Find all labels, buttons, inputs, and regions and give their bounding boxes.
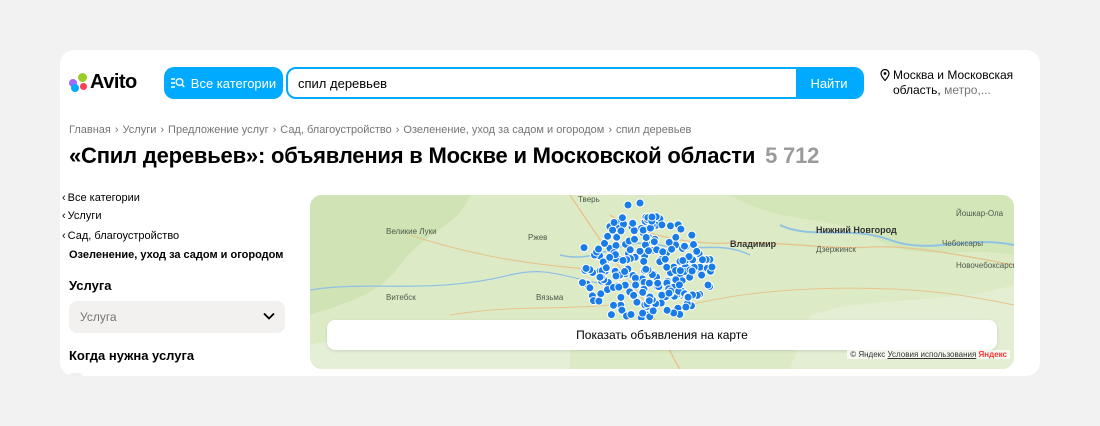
- map-city-label: Новочебоксарск: [956, 261, 1014, 270]
- breadcrumb-services[interactable]: Услуги: [123, 124, 157, 136]
- when-checkbox[interactable]: [69, 373, 83, 376]
- when-heading: Когда нужна услуга: [69, 348, 195, 363]
- logo-text: Avito: [90, 70, 137, 93]
- logo-dots-icon: [69, 72, 89, 92]
- breadcrumb-separator: ›: [160, 124, 165, 136]
- page-title-text: «Спил деревьев»: объявления в Москве и М…: [69, 143, 756, 168]
- service-select[interactable]: Услуга: [69, 301, 285, 333]
- breadcrumb-garden[interactable]: Сад, благоустройство: [280, 124, 392, 136]
- sidebar-link-services[interactable]: ‹ Услуги: [62, 210, 102, 222]
- breadcrumb-separator: ›: [272, 124, 277, 136]
- chevron-left-icon: ‹: [62, 192, 66, 204]
- breadcrumb: Главная › Услуги › Предложение услуг › С…: [69, 124, 691, 136]
- all-categories-label: Все категории: [190, 75, 277, 91]
- map-city-label: Витебск: [386, 293, 416, 302]
- search-button[interactable]: Найти: [796, 69, 862, 97]
- results-count: 5 712: [765, 143, 820, 168]
- breadcrumb-landscaping[interactable]: Озеленение, уход за садом и огородом: [403, 124, 604, 136]
- map-city-label: Ржев: [528, 233, 548, 242]
- all-categories-button[interactable]: Все категории: [164, 67, 283, 99]
- map-city-label: Йошкар-Ола: [956, 209, 1004, 218]
- map-city-label: Чебоксары: [942, 239, 983, 248]
- breadcrumb-separator: ›: [608, 124, 613, 136]
- location-pin-icon: [880, 69, 890, 81]
- breadcrumb-separator: ›: [114, 124, 119, 136]
- chevron-down-icon: [263, 312, 275, 320]
- map-preview[interactable]: Тверь Великие Луки Ржев Владимир Нижний …: [310, 195, 1014, 369]
- location-selector[interactable]: Москва и Московская область, метро,...: [880, 68, 1030, 98]
- search-box: Найти: [286, 67, 864, 99]
- header: Avito Все категории Найти Москва и Моско…: [60, 50, 1040, 120]
- map-attribution: © Яндекс Условия использования Яндекс: [847, 350, 1010, 359]
- map-city-label: Владимир: [730, 239, 777, 249]
- sidebar-current-category: Озеленение, уход за садом и огородом: [69, 249, 284, 261]
- map-city-label: Нижний Новгород: [816, 225, 897, 235]
- service-select-value: Услуга: [80, 310, 117, 324]
- map-city-label: Тверь: [578, 195, 600, 204]
- breadcrumb-offers[interactable]: Предложение услуг: [168, 124, 269, 136]
- map-city-label: Великие Луки: [386, 227, 437, 236]
- service-heading: Услуга: [69, 278, 112, 293]
- map-city-label: Вязьма: [536, 293, 564, 302]
- categories-search-icon: [170, 78, 185, 88]
- map-city-label: Дзержинск: [816, 245, 856, 254]
- breadcrumb-home[interactable]: Главная: [69, 124, 111, 136]
- location-metro: метро,...: [944, 83, 991, 97]
- show-on-map-button[interactable]: Показать объявления на карте: [327, 320, 997, 350]
- chevron-left-icon: ‹: [62, 210, 66, 222]
- sidebar-link-all-categories[interactable]: ‹ Все категории: [62, 192, 140, 204]
- yandex-logo: Яндекс: [978, 350, 1007, 359]
- search-input[interactable]: [288, 69, 796, 97]
- sidebar-link-garden[interactable]: ‹ Сад, благоустройство: [62, 230, 179, 242]
- map-terms-link[interactable]: Условия использования: [888, 350, 977, 359]
- breadcrumb-separator: ›: [395, 124, 400, 136]
- avito-logo[interactable]: Avito: [69, 71, 137, 93]
- page-card: Avito Все категории Найти Москва и Моско…: [60, 50, 1040, 376]
- chevron-left-icon: ‹: [62, 230, 66, 242]
- breadcrumb-query[interactable]: спил деревьев: [616, 124, 691, 136]
- page-title: «Спил деревьев»: объявления в Москве и М…: [69, 143, 819, 169]
